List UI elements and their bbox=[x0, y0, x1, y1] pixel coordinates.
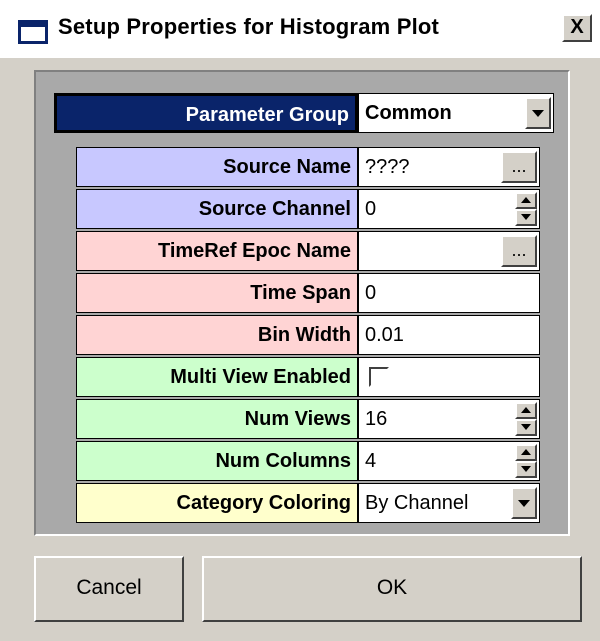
source-name-field[interactable]: ???? ... bbox=[358, 147, 540, 187]
spin-down-icon[interactable] bbox=[515, 461, 537, 478]
spin-up-icon[interactable] bbox=[515, 444, 537, 461]
time-span-label: Time Span bbox=[76, 273, 358, 313]
cancel-button[interactable]: Cancel bbox=[34, 556, 184, 622]
property-row: Bin Width 0.01 bbox=[76, 315, 540, 355]
window-icon bbox=[18, 20, 48, 44]
num-columns-field[interactable]: 4 bbox=[358, 441, 540, 481]
num-columns-label: Num Columns bbox=[76, 441, 358, 481]
property-row: Num Columns 4 bbox=[76, 441, 540, 481]
chevron-down-icon[interactable] bbox=[525, 97, 551, 129]
parameter-group-label: Parameter Group bbox=[54, 93, 358, 133]
property-row: Source Name ???? ... bbox=[76, 147, 540, 187]
ok-button[interactable]: OK bbox=[202, 556, 582, 622]
spin-down-icon[interactable] bbox=[515, 209, 537, 226]
timeref-epoc-browse-button[interactable]: ... bbox=[501, 235, 537, 267]
num-columns-value: 4 bbox=[365, 450, 377, 472]
dialog-window: Setup Properties for Histogram Plot X Pa… bbox=[0, 0, 600, 641]
multi-view-enabled-label: Multi View Enabled bbox=[76, 357, 358, 397]
category-coloring-label: Category Coloring bbox=[76, 483, 358, 523]
bin-width-label: Bin Width bbox=[76, 315, 358, 355]
num-views-value: 16 bbox=[365, 408, 388, 430]
property-row: Multi View Enabled bbox=[76, 357, 540, 397]
num-columns-spinner[interactable] bbox=[515, 444, 537, 478]
property-row: TimeRef Epoc Name ... bbox=[76, 231, 540, 271]
property-row: Time Span 0 bbox=[76, 273, 540, 313]
multi-view-enabled-checkbox[interactable] bbox=[369, 367, 389, 387]
num-views-spinner[interactable] bbox=[515, 402, 537, 436]
spin-up-icon[interactable] bbox=[515, 402, 537, 419]
source-channel-field[interactable]: 0 bbox=[358, 189, 540, 229]
parameter-group-row: Parameter Group Common bbox=[54, 93, 554, 133]
source-name-label: Source Name bbox=[76, 147, 358, 187]
parameter-group-value: Common bbox=[365, 102, 452, 124]
source-name-value: ???? bbox=[365, 156, 410, 178]
spin-down-icon[interactable] bbox=[515, 419, 537, 436]
chevron-down-icon[interactable] bbox=[511, 487, 537, 519]
timeref-epoc-name-label: TimeRef Epoc Name bbox=[76, 231, 358, 271]
source-channel-label: Source Channel bbox=[76, 189, 358, 229]
spin-up-icon[interactable] bbox=[515, 192, 537, 209]
source-channel-value: 0 bbox=[365, 198, 377, 220]
properties-panel: Parameter Group Common Source Name ???? … bbox=[34, 70, 570, 536]
parameter-group-select[interactable]: Common bbox=[358, 93, 554, 133]
time-span-field[interactable]: 0 bbox=[358, 273, 540, 313]
property-row: Num Views 16 bbox=[76, 399, 540, 439]
multi-view-enabled-cell bbox=[358, 357, 540, 397]
close-button[interactable]: X bbox=[562, 14, 592, 42]
source-channel-spinner[interactable] bbox=[515, 192, 537, 226]
window-title: Setup Properties for Histogram Plot bbox=[58, 14, 440, 39]
num-views-label: Num Views bbox=[76, 399, 358, 439]
timeref-epoc-name-field[interactable]: ... bbox=[358, 231, 540, 271]
property-row: Category Coloring By Channel bbox=[76, 483, 540, 523]
source-name-browse-button[interactable]: ... bbox=[501, 151, 537, 183]
num-views-field[interactable]: 16 bbox=[358, 399, 540, 439]
bin-width-field[interactable]: 0.01 bbox=[358, 315, 540, 355]
title-bar: Setup Properties for Histogram Plot X bbox=[0, 0, 600, 58]
category-coloring-value: By Channel bbox=[365, 492, 469, 514]
category-coloring-select[interactable]: By Channel bbox=[358, 483, 540, 523]
property-row: Source Channel 0 bbox=[76, 189, 540, 229]
